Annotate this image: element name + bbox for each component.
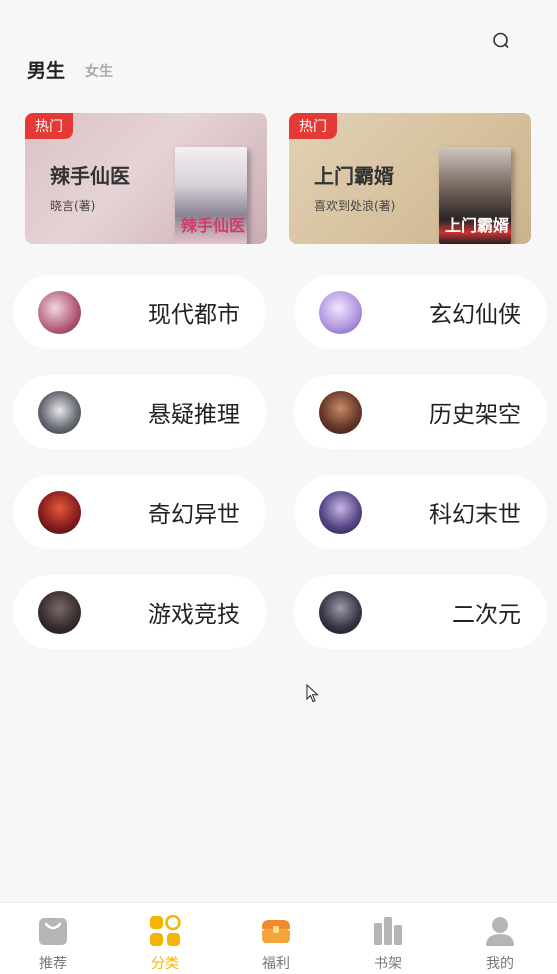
banner-book-2[interactable]: 热门 上门霸婿 喜欢到处浪(著) 上门霸婿 <box>289 113 531 244</box>
tab-label: 推荐 <box>39 956 67 972</box>
treasure-chest-icon <box>262 920 290 943</box>
mouse-cursor-icon <box>306 683 320 704</box>
category-thumbnail <box>319 291 362 334</box>
category-label: 游戏竞技 <box>148 602 240 628</box>
category-mystery[interactable]: 悬疑推理 <box>13 375 266 449</box>
search-button[interactable] <box>488 28 514 54</box>
category-label: 悬疑推理 <box>148 402 240 428</box>
category-thumbnail <box>38 291 81 334</box>
category-modern-city[interactable]: 现代都市 <box>13 275 266 349</box>
tab-female[interactable]: 女生 <box>85 61 113 81</box>
category-thumbnail <box>38 591 81 634</box>
banner-title: 上门霸婿 <box>314 164 394 188</box>
book-cover: 上门霸婿 <box>439 147 511 244</box>
tab-profile[interactable]: 我的 <box>447 903 557 974</box>
book-cover: 辣手仙医 <box>175 147 247 244</box>
category-thumbnail <box>319 591 362 634</box>
cover-title: 辣手仙医 <box>181 216 246 235</box>
tab-recommend[interactable]: 推荐 <box>0 903 111 974</box>
category-otherworld[interactable]: 奇幻异世 <box>13 475 266 549</box>
bookshelf-icon <box>374 917 402 945</box>
hot-badge: 热门 <box>25 113 73 139</box>
category-gaming[interactable]: 游戏竞技 <box>13 575 266 649</box>
cover-title: 上门霸婿 <box>445 216 510 235</box>
category-anime[interactable]: 二次元 <box>294 575 547 649</box>
bag-icon <box>39 918 67 945</box>
tab-label: 书架 <box>374 956 402 972</box>
tab-bookshelf[interactable]: 书架 <box>335 903 446 974</box>
category-thumbnail <box>319 391 362 434</box>
tab-male[interactable]: 男生 <box>27 56 65 83</box>
banner-title: 辣手仙医 <box>50 164 130 188</box>
category-label: 现代都市 <box>148 302 240 328</box>
tab-welfare[interactable]: 福利 <box>223 903 334 974</box>
category-history[interactable]: 历史架空 <box>294 375 547 449</box>
category-fantasy-xianxia[interactable]: 玄幻仙侠 <box>294 275 547 349</box>
header: 男生 女生 <box>0 0 557 100</box>
category-label: 奇幻异世 <box>148 502 240 528</box>
banner-author: 喜欢到处浪(著) <box>314 199 396 213</box>
tab-label: 福利 <box>262 956 290 972</box>
tab-label: 分类 <box>151 956 179 972</box>
grid-icon <box>150 915 181 946</box>
category-label: 二次元 <box>452 602 521 628</box>
category-label: 科幻末世 <box>429 502 521 528</box>
category-thumbnail <box>38 491 81 534</box>
hot-badge: 热门 <box>289 113 337 139</box>
tab-label: 我的 <box>486 956 514 972</box>
tab-category[interactable]: 分类 <box>112 903 223 974</box>
banner-author: 晓言(著) <box>50 199 96 213</box>
category-label: 玄幻仙侠 <box>429 302 521 328</box>
user-icon <box>486 917 514 946</box>
category-scifi[interactable]: 科幻末世 <box>294 475 547 549</box>
category-thumbnail <box>319 491 362 534</box>
category-label: 历史架空 <box>429 402 521 428</box>
category-thumbnail <box>38 391 81 434</box>
bottom-tab-bar: 推荐 分类 福利 书架 我的 <box>0 902 557 974</box>
banner-book-1[interactable]: 热门 辣手仙医 晓言(著) 辣手仙医 <box>25 113 267 244</box>
search-icon <box>493 32 509 48</box>
